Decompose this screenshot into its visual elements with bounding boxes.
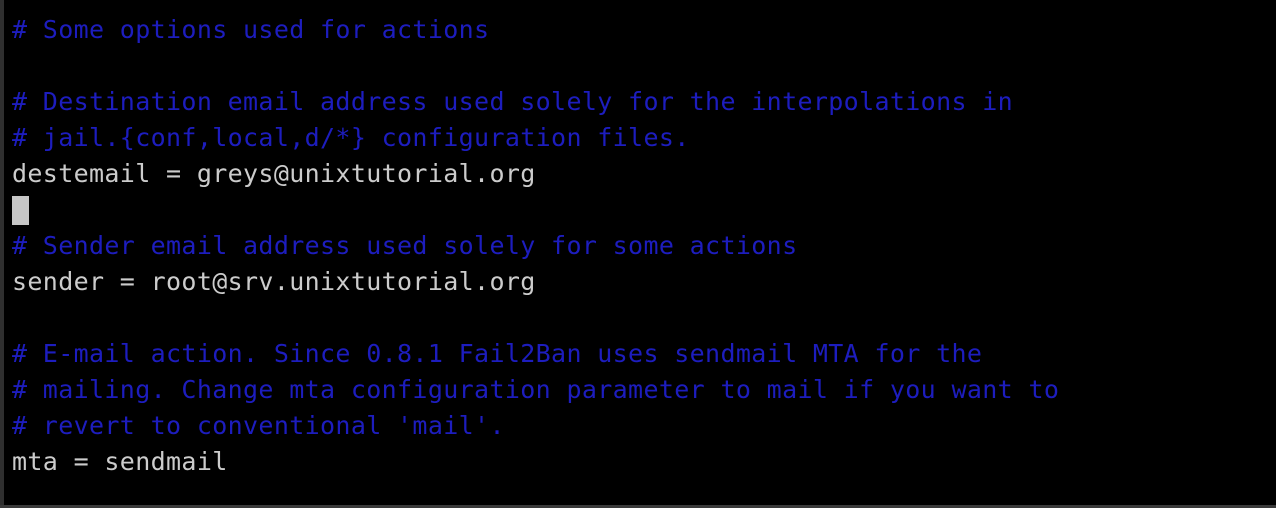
terminal-line: # Sender email address used solely for s… [12,231,798,260]
terminal-line-destemail: destemail = greys@unixtutorial.org [12,159,536,188]
terminal-window[interactable]: # Some options used for actions # Destin… [0,0,1276,508]
terminal-screen[interactable]: # Some options used for actions # Destin… [12,12,1276,508]
terminal-line-mta: mta = sendmail [12,447,228,476]
terminal-line: # Destination email address used solely … [12,87,1014,116]
text-cursor [12,196,29,225]
terminal-line: # Some options used for actions [12,15,490,44]
terminal-line: # jail.{conf,local,d/*} configuration fi… [12,123,690,152]
terminal-line: # revert to conventional 'mail'. [12,411,505,440]
terminal-line: # mailing. Change mta configuration para… [12,375,1060,404]
terminal-line-sender: sender = root@srv.unixtutorial.org [12,267,536,296]
terminal-line: # E-mail action. Since 0.8.1 Fail2Ban us… [12,339,983,368]
terminal-line-cursor [12,192,1276,228]
window-left-border [0,0,4,508]
